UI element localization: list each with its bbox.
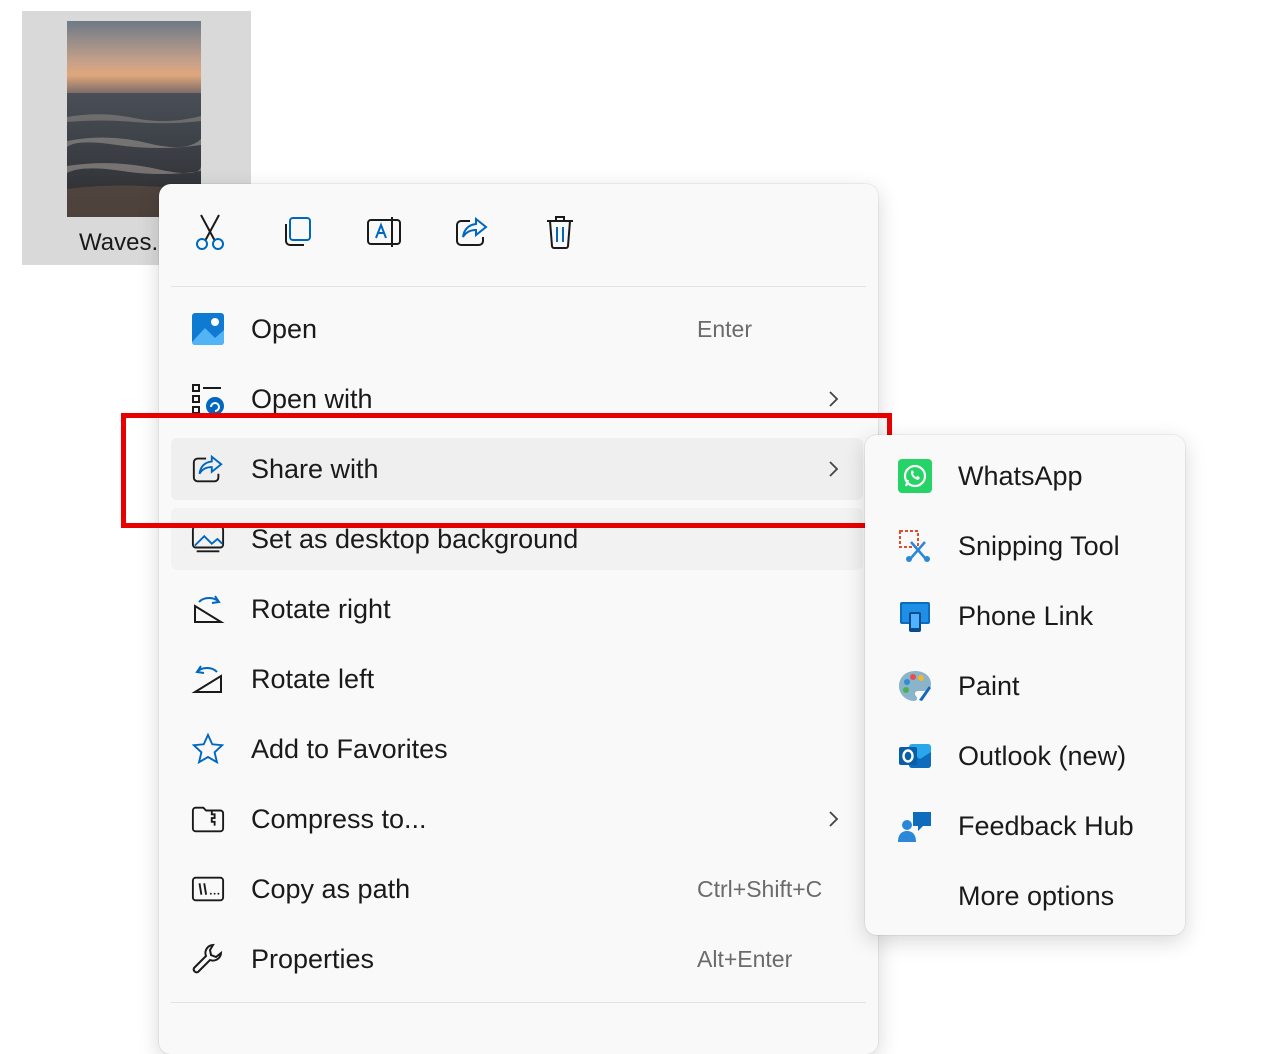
menu-item-rotate-left[interactable]: Rotate left xyxy=(171,648,863,710)
copy-icon xyxy=(280,215,314,254)
scissors-icon xyxy=(193,213,227,256)
phone-link-icon xyxy=(897,598,933,634)
menu-item-open-with[interactable]: Open with xyxy=(171,368,863,430)
share-button[interactable] xyxy=(450,212,494,256)
menu-item-add-to-favorites[interactable]: Add to Favorites xyxy=(171,718,863,780)
menu-item-label: Rotate right xyxy=(251,594,391,624)
share-icon xyxy=(191,452,225,486)
menu-item-shortcut: Ctrl+Shift+C xyxy=(697,876,823,902)
menu-item-properties[interactable]: Properties Alt+Enter xyxy=(171,928,863,990)
chevron-right-icon xyxy=(821,387,845,411)
copy-button[interactable] xyxy=(275,212,319,256)
desktop-background-icon xyxy=(191,522,225,556)
menu-item-set-desktop-background[interactable]: Set as desktop background xyxy=(171,508,863,570)
menu-item-open[interactable]: Open Enter xyxy=(171,298,863,360)
quick-actions-bar xyxy=(159,184,878,286)
open-with-icon xyxy=(191,382,225,416)
whatsapp-icon xyxy=(897,458,933,494)
share-target-label: Paint xyxy=(958,671,1020,701)
menu-separator xyxy=(171,1002,866,1003)
menu-item-label: Share with xyxy=(251,454,379,484)
share-target-phone-link[interactable]: Phone Link xyxy=(873,585,1177,647)
outlook-icon xyxy=(897,738,933,774)
menu-item-label: Compress to... xyxy=(251,804,427,834)
menu-item-compress-to[interactable]: Compress to... xyxy=(171,788,863,850)
photos-app-icon xyxy=(191,312,225,346)
feedback-hub-icon xyxy=(897,808,933,844)
share-target-label: Snipping Tool xyxy=(958,531,1120,561)
rename-button[interactable] xyxy=(363,212,407,256)
menu-item-label: Copy as path xyxy=(251,874,411,904)
menu-separator xyxy=(171,286,866,287)
share-target-outlook[interactable]: Outlook (new) xyxy=(873,725,1177,787)
menu-item-rotate-right[interactable]: Rotate right xyxy=(171,578,863,640)
share-target-label: More options xyxy=(958,881,1115,911)
menu-item-label: Open with xyxy=(251,384,373,414)
chevron-right-icon xyxy=(821,807,845,831)
menu-item-label: Properties xyxy=(251,944,375,974)
file-name-label: Waves. xyxy=(79,229,159,256)
share-target-snipping-tool[interactable]: Snipping Tool xyxy=(873,515,1177,577)
share-target-whatsapp[interactable]: WhatsApp xyxy=(873,445,1177,507)
chevron-right-icon xyxy=(821,457,845,481)
menu-item-share-with[interactable]: Share with xyxy=(171,438,863,500)
share-target-label: Outlook (new) xyxy=(958,741,1127,771)
menu-item-shortcut: Enter xyxy=(697,316,752,342)
rotate-left-icon xyxy=(191,662,225,696)
menu-item-label: Add to Favorites xyxy=(251,734,448,764)
wrench-icon xyxy=(191,942,225,976)
rotate-right-icon xyxy=(191,592,225,626)
share-target-paint[interactable]: Paint xyxy=(873,655,1177,717)
menu-item-copy-as-path[interactable]: Copy as path Ctrl+Shift+C xyxy=(171,858,863,920)
share-with-submenu: WhatsApp Snipping Tool Phone Link Paint … xyxy=(865,435,1185,935)
snipping-tool-icon xyxy=(897,528,933,564)
share-more-options[interactable]: More options xyxy=(873,865,1177,927)
menu-item-shortcut: Alt+Enter xyxy=(697,946,793,972)
star-icon xyxy=(191,732,225,766)
trash-icon xyxy=(544,214,576,255)
delete-button[interactable] xyxy=(538,212,582,256)
context-menu: Open Enter Open with Share with Set as d… xyxy=(159,184,878,1054)
copy-path-icon xyxy=(191,872,225,906)
cut-button[interactable] xyxy=(188,212,232,256)
menu-item-label: Set as desktop background xyxy=(251,524,579,554)
zip-folder-icon xyxy=(191,802,225,836)
share-icon xyxy=(454,215,490,254)
share-target-label: Phone Link xyxy=(958,601,1094,631)
share-target-label: WhatsApp xyxy=(958,461,1083,491)
rename-icon xyxy=(366,215,404,254)
share-target-feedback-hub[interactable]: Feedback Hub xyxy=(873,795,1177,857)
menu-item-label: Open xyxy=(251,314,318,344)
share-target-label: Feedback Hub xyxy=(958,811,1134,841)
paint-icon xyxy=(897,668,933,704)
menu-item-label: Rotate left xyxy=(251,664,375,694)
